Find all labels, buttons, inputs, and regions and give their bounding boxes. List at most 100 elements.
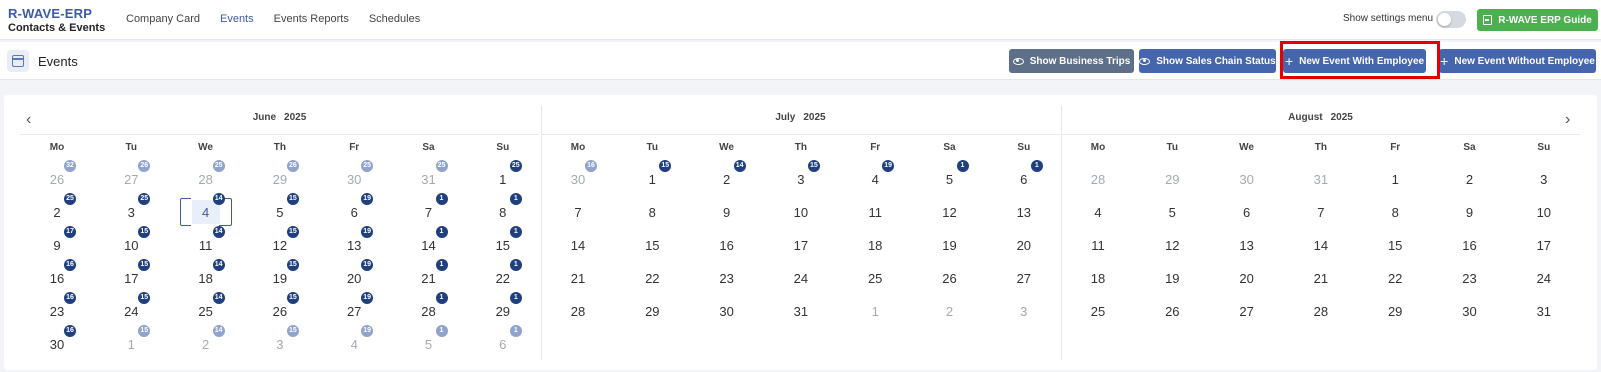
app-title[interactable]: R-WAVE-ERP xyxy=(8,6,92,21)
calendar-day[interactable]: 30 xyxy=(20,337,94,352)
calendar-day[interactable]: 7 xyxy=(541,205,615,220)
calendar-day[interactable]: 15 xyxy=(1358,238,1432,253)
calendar-day[interactable]: 29 xyxy=(615,304,689,319)
calendar-day[interactable]: 14 xyxy=(392,238,466,253)
calendar-day[interactable]: 17 xyxy=(1507,238,1581,253)
calendar-day[interactable]: 2 xyxy=(913,304,987,319)
calendar-day[interactable]: 24 xyxy=(764,271,838,286)
calendar-day[interactable]: 23 xyxy=(1433,271,1507,286)
calendar-day[interactable]: 28 xyxy=(169,172,243,187)
calendar-day[interactable]: 16 xyxy=(690,238,764,253)
calendar-day[interactable]: 10 xyxy=(1507,205,1581,220)
calendar-day[interactable]: 5 xyxy=(243,205,317,220)
calendar-day[interactable]: 1 xyxy=(838,304,912,319)
calendar-day[interactable]: 13 xyxy=(1210,238,1284,253)
calendar-day[interactable]: 19 xyxy=(1135,271,1209,286)
calendar-day[interactable]: 21 xyxy=(392,271,466,286)
calendar-day[interactable]: 13 xyxy=(987,205,1061,220)
calendar-day[interactable]: 30 xyxy=(317,172,391,187)
calendar-day[interactable]: 29 xyxy=(466,304,540,319)
calendar-day[interactable]: 28 xyxy=(392,304,466,319)
calendar-day[interactable]: 2 xyxy=(169,337,243,352)
calendar-day[interactable]: 1 xyxy=(466,172,540,187)
calendar-day[interactable]: 22 xyxy=(615,271,689,286)
calendar-day[interactable]: 28 xyxy=(1061,172,1135,187)
calendar-day[interactable]: 27 xyxy=(1210,304,1284,319)
calendar-day[interactable]: 27 xyxy=(987,271,1061,286)
calendar-day[interactable]: 20 xyxy=(1210,271,1284,286)
calendar-day[interactable]: 27 xyxy=(317,304,391,319)
calendar-day[interactable]: 10 xyxy=(764,205,838,220)
calendar-day[interactable]: 6 xyxy=(1210,205,1284,220)
calendar-day[interactable]: 27 xyxy=(94,172,168,187)
calendar-day[interactable]: 8 xyxy=(615,205,689,220)
calendar-day[interactable]: 4 xyxy=(317,337,391,352)
calendar-day[interactable]: 12 xyxy=(1135,238,1209,253)
calendar-day[interactable]: 6 xyxy=(466,337,540,352)
calendar-day[interactable]: 22 xyxy=(466,271,540,286)
show-sales-chain-button[interactable]: Show Sales Chain Status xyxy=(1139,49,1276,73)
nav-item-events[interactable]: Events xyxy=(220,13,254,25)
calendar-day[interactable]: 25 xyxy=(169,304,243,319)
calendar-day[interactable]: 29 xyxy=(1358,304,1432,319)
calendar-day[interactable]: 26 xyxy=(20,172,94,187)
calendar-day[interactable]: 21 xyxy=(541,271,615,286)
calendar-day[interactable]: 23 xyxy=(20,304,94,319)
calendar-day[interactable]: 28 xyxy=(1284,304,1358,319)
calendar-day[interactable]: 9 xyxy=(1433,205,1507,220)
calendar-day[interactable]: 24 xyxy=(1507,271,1581,286)
calendar-day[interactable]: 30 xyxy=(1433,304,1507,319)
calendar-day[interactable]: 18 xyxy=(1061,271,1135,286)
calendar-day[interactable]: 3 xyxy=(243,337,317,352)
calendar-day[interactable]: 2 xyxy=(690,172,764,187)
calendar-day[interactable]: 9 xyxy=(690,205,764,220)
calendar-day[interactable]: 22 xyxy=(1358,271,1432,286)
calendar-day[interactable]: 17 xyxy=(764,238,838,253)
calendar-day[interactable]: 2 xyxy=(1433,172,1507,187)
calendar-day[interactable]: 20 xyxy=(987,238,1061,253)
calendar-day[interactable]: 18 xyxy=(838,238,912,253)
calendar-day[interactable]: 1 xyxy=(1358,172,1432,187)
new-event-without-employee-button[interactable]: + New Event Without Employee xyxy=(1439,49,1596,73)
calendar-day[interactable]: 5 xyxy=(1135,205,1209,220)
calendar-day[interactable]: 31 xyxy=(392,172,466,187)
calendar-day[interactable]: 26 xyxy=(1135,304,1209,319)
calendar-day-selected[interactable]: 4 xyxy=(169,205,243,220)
settings-menu-toggle[interactable] xyxy=(1436,11,1466,28)
calendar-day[interactable]: 5 xyxy=(913,172,987,187)
calendar-day[interactable]: 19 xyxy=(913,238,987,253)
calendar-day[interactable]: 12 xyxy=(243,238,317,253)
calendar-day[interactable]: 14 xyxy=(541,238,615,253)
calendar-day[interactable]: 11 xyxy=(1061,238,1135,253)
calendar-day[interactable]: 1 xyxy=(94,337,168,352)
erp-guide-button[interactable]: R-WAVE ERP Guide xyxy=(1477,9,1598,31)
calendar-day[interactable]: 26 xyxy=(243,304,317,319)
calendar-day[interactable]: 10 xyxy=(94,238,168,253)
calendar-day[interactable]: 19 xyxy=(243,271,317,286)
calendar-day[interactable]: 7 xyxy=(1284,205,1358,220)
calendar-day[interactable]: 3 xyxy=(987,304,1061,319)
calendar-day[interactable]: 31 xyxy=(1284,172,1358,187)
calendar-day[interactable]: 17 xyxy=(94,271,168,286)
calendar-day[interactable]: 5 xyxy=(392,337,466,352)
calendar-day[interactable]: 18 xyxy=(169,271,243,286)
calendar-day[interactable]: 31 xyxy=(1507,304,1581,319)
calendar-day[interactable]: 8 xyxy=(466,205,540,220)
calendar-day[interactable]: 13 xyxy=(317,238,391,253)
calendar-day[interactable]: 31 xyxy=(764,304,838,319)
calendar-day[interactable]: 30 xyxy=(1210,172,1284,187)
calendar-day[interactable]: 6 xyxy=(987,172,1061,187)
calendar-day[interactable]: 9 xyxy=(20,238,94,253)
calendar-day[interactable]: 3 xyxy=(94,205,168,220)
calendar-day[interactable]: 25 xyxy=(838,271,912,286)
calendar-day[interactable]: 16 xyxy=(1433,238,1507,253)
calendar-day[interactable]: 16 xyxy=(20,271,94,286)
calendar-day[interactable]: 15 xyxy=(466,238,540,253)
calendar-day[interactable]: 11 xyxy=(169,238,243,253)
calendar-day[interactable]: 30 xyxy=(541,172,615,187)
calendar-day[interactable]: 6 xyxy=(317,205,391,220)
calendar-day[interactable]: 29 xyxy=(243,172,317,187)
calendar-day[interactable]: 26 xyxy=(913,271,987,286)
calendar-day[interactable]: 3 xyxy=(1507,172,1581,187)
calendar-day[interactable]: 1 xyxy=(615,172,689,187)
